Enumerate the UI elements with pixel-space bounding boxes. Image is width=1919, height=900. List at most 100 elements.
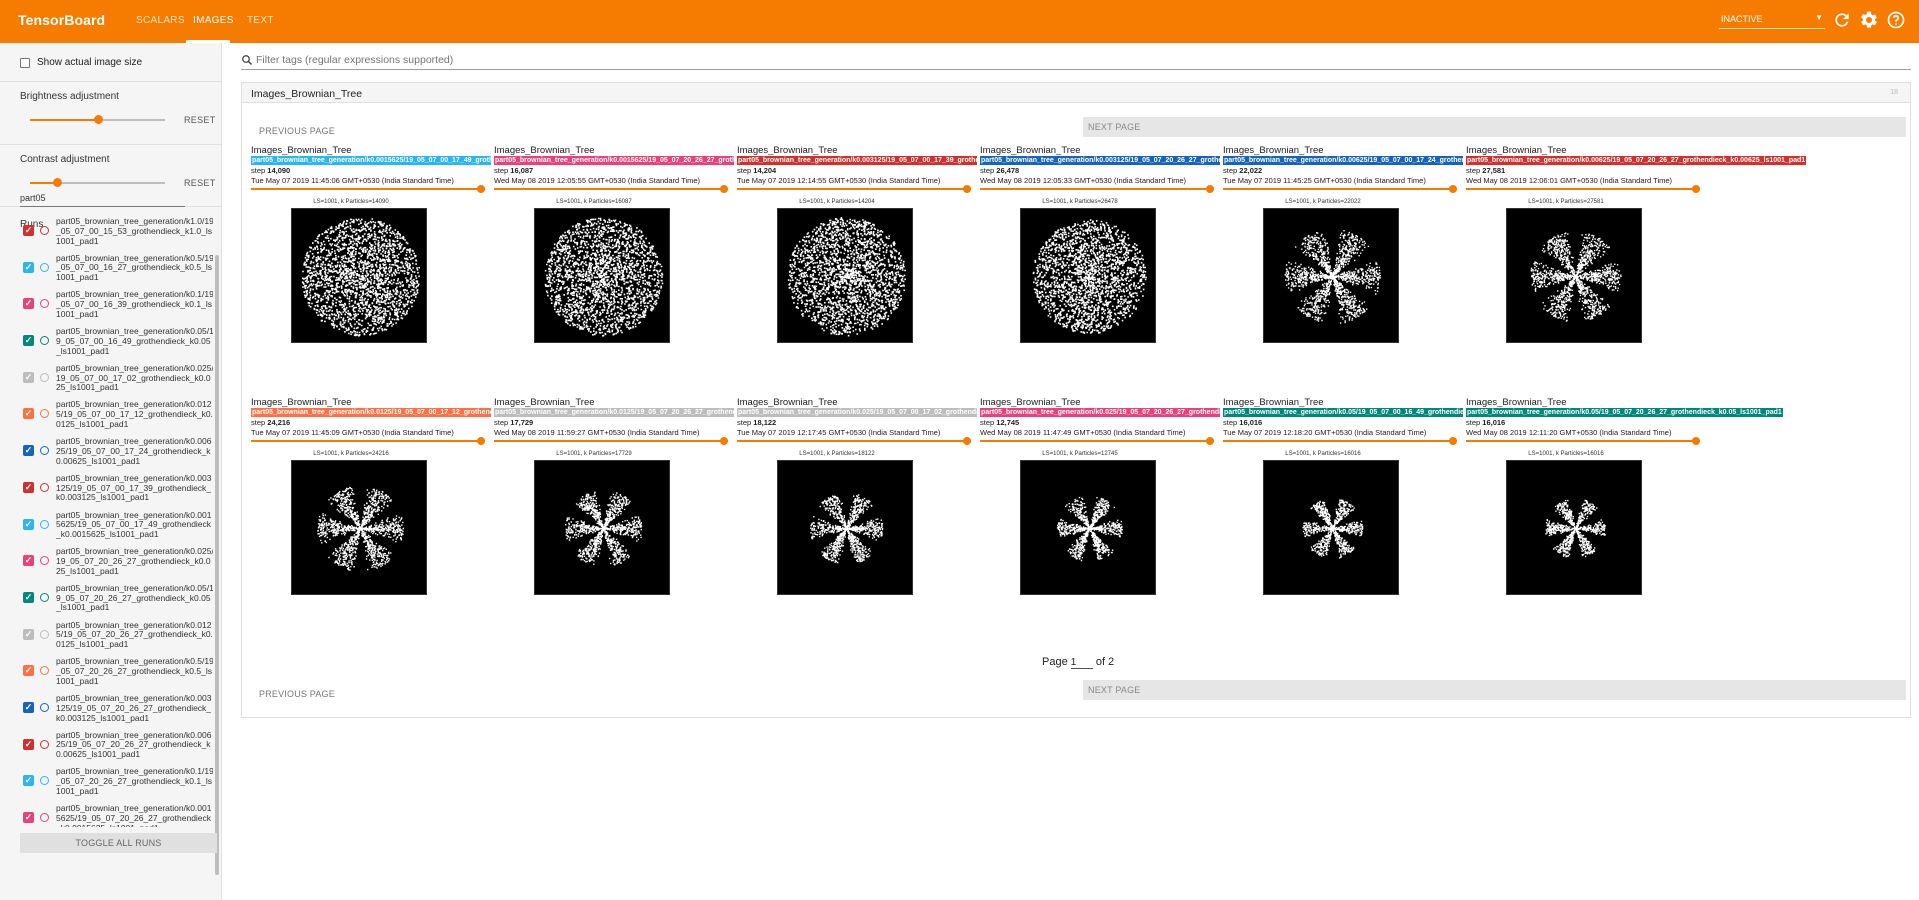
run-color-circle-icon[interactable] <box>40 226 49 235</box>
actual-size-checkbox[interactable] <box>20 58 30 68</box>
run-color-circle-icon[interactable] <box>40 446 49 456</box>
run-item[interactable]: ✓ part05_brownian_tree_generation/k0.0125… <box>18 619 213 656</box>
run-color-circle-icon[interactable] <box>40 556 49 566</box>
step-slider[interactable] <box>737 437 971 445</box>
run-checkbox[interactable]: ✓ <box>23 481 34 493</box>
step-slider[interactable] <box>1466 437 1700 445</box>
run-color-circle-icon[interactable] <box>40 372 49 382</box>
step-slider-knob[interactable] <box>720 185 728 193</box>
step-slider-knob[interactable] <box>1449 437 1457 445</box>
run-checkbox[interactable]: ✓ <box>23 225 34 236</box>
run-color-circle-icon[interactable] <box>40 336 49 346</box>
brightness-slider[interactable] <box>30 115 165 124</box>
run-checkbox[interactable]: ✓ <box>23 518 34 530</box>
run-item[interactable]: ✓ part05_brownian_tree_generation/k0.5/19… <box>18 252 213 289</box>
run-color-circle-icon[interactable] <box>40 776 49 786</box>
run-color-circle-icon[interactable] <box>40 409 49 419</box>
step-slider[interactable] <box>1223 185 1457 193</box>
contrast-reset-button[interactable]: RESET <box>184 178 216 188</box>
run-checkbox[interactable]: ✓ <box>23 335 34 347</box>
run-checkbox[interactable]: ✓ <box>23 445 34 457</box>
step-slider[interactable] <box>494 437 728 445</box>
run-item[interactable]: ✓ part05_brownian_tree_generation/k0.0031… <box>18 472 213 509</box>
run-color-circle-icon[interactable] <box>40 592 49 602</box>
step-slider[interactable] <box>980 185 1214 193</box>
run-item[interactable]: ✓ part05_brownian_tree_generation/k0.0125… <box>18 398 213 435</box>
run-checkbox[interactable]: ✓ <box>23 298 34 310</box>
brightness-reset-button[interactable]: RESET <box>184 115 216 125</box>
previous-page-button-top[interactable]: PREVIOUS PAGE <box>259 126 335 136</box>
step-slider[interactable] <box>737 185 971 193</box>
step-slider[interactable] <box>251 185 485 193</box>
step-slider-knob[interactable] <box>1206 185 1214 193</box>
run-checkbox[interactable]: ✓ <box>23 555 34 567</box>
run-item[interactable]: ✓ part05_brownian_tree_generation/k0.1/19… <box>18 288 213 325</box>
page-number-input[interactable]: 1 <box>1070 657 1093 669</box>
inactive-plugins-dropdown[interactable]: INACTIVE ▼ <box>1719 11 1825 29</box>
next-page-button-top[interactable]: NEXT PAGE <box>1083 117 1906 137</box>
step-slider-knob[interactable] <box>1692 185 1700 193</box>
run-item[interactable]: ✓ part05_brownian_tree_generation/k0.0015… <box>18 509 213 546</box>
brightness-slider-knob[interactable] <box>93 115 103 124</box>
refresh-icon[interactable] <box>1832 10 1852 30</box>
gear-icon[interactable] <box>1859 10 1879 30</box>
step-slider-knob[interactable] <box>477 185 485 193</box>
run-color-circle-icon[interactable] <box>40 813 49 822</box>
run-checkbox[interactable]: ✓ <box>23 371 34 383</box>
step-slider[interactable] <box>1466 185 1700 193</box>
step-slider-knob[interactable] <box>1449 185 1457 193</box>
run-checkbox[interactable]: ✓ <box>23 738 34 750</box>
run-item[interactable]: ✓ part05_brownian_tree_generation/k1.0/19… <box>18 215 213 252</box>
run-item[interactable]: ✓ part05_brownian_tree_generation/k0.05/1… <box>18 582 213 619</box>
tab-text[interactable]: TEXT <box>247 15 274 26</box>
tag-filter-input[interactable]: Filter tags (regular expressions support… <box>256 54 453 66</box>
panel-header[interactable]: Images_Brownian_Tree 18 <box>242 83 1910 103</box>
contrast-slider-knob[interactable] <box>53 178 62 187</box>
run-item[interactable]: ✓ part05_brownian_tree_generation/k0.0062… <box>18 729 213 766</box>
step-slider-knob[interactable] <box>1692 437 1700 445</box>
step-slider[interactable] <box>251 437 485 445</box>
run-checkbox[interactable]: ✓ <box>23 408 34 420</box>
step-slider-knob[interactable] <box>1206 437 1214 445</box>
run-item[interactable]: ✓ part05_brownian_tree_generation/k0.025/… <box>18 362 213 399</box>
toggle-all-runs-button[interactable]: TOGGLE ALL RUNS <box>20 833 217 853</box>
runs-scrollbar[interactable] <box>215 255 219 875</box>
help-icon[interactable] <box>1886 10 1906 30</box>
run-color-circle-icon[interactable] <box>40 739 49 749</box>
run-color-circle-icon[interactable] <box>40 299 49 309</box>
run-item[interactable]: ✓ part05_brownian_tree_generation/k0.5/19… <box>18 655 213 692</box>
run-color-circle-icon[interactable] <box>40 262 49 272</box>
tab-scalars[interactable]: SCALARS <box>136 15 185 26</box>
tag-filter[interactable]: Filter tags (regular expressions support… <box>241 52 1911 70</box>
run-checkbox[interactable]: ✓ <box>23 261 34 273</box>
step-slider-knob[interactable] <box>963 437 971 445</box>
run-color-circle-icon[interactable] <box>40 702 49 712</box>
run-color-circle-icon[interactable] <box>40 629 49 639</box>
run-checkbox[interactable]: ✓ <box>23 665 34 677</box>
contrast-slider[interactable] <box>30 178 165 187</box>
run-item[interactable]: ✓ part05_brownian_tree_generation/k0.0062… <box>18 435 213 472</box>
next-page-button-bottom[interactable]: NEXT PAGE <box>1083 680 1906 700</box>
run-checkbox[interactable]: ✓ <box>23 701 34 713</box>
run-item[interactable]: ✓ part05_brownian_tree_generation/k0.0015… <box>18 802 213 827</box>
run-checkbox[interactable]: ✓ <box>23 628 34 640</box>
step-slider[interactable] <box>1223 437 1457 445</box>
step-slider[interactable] <box>494 185 728 193</box>
run-checkbox[interactable]: ✓ <box>23 591 34 603</box>
run-item[interactable]: ✓ part05_brownian_tree_generation/k0.025/… <box>18 545 213 582</box>
step-slider-knob[interactable] <box>720 437 728 445</box>
step-slider-knob[interactable] <box>477 437 485 445</box>
step-slider-knob[interactable] <box>963 185 971 193</box>
run-item[interactable]: ✓ part05_brownian_tree_generation/k0.1/19… <box>18 765 213 802</box>
run-checkbox[interactable]: ✓ <box>23 812 34 823</box>
previous-page-button-bottom[interactable]: PREVIOUS PAGE <box>259 689 335 699</box>
runs-filter-input[interactable]: part05 <box>20 193 185 207</box>
run-item[interactable]: ✓ part05_brownian_tree_generation/k0.0031… <box>18 692 213 729</box>
step-slider[interactable] <box>980 437 1214 445</box>
run-color-circle-icon[interactable] <box>40 519 49 529</box>
run-item[interactable]: ✓ part05_brownian_tree_generation/k0.05/1… <box>18 325 213 362</box>
run-color-circle-icon[interactable] <box>40 482 49 492</box>
run-color-circle-icon[interactable] <box>40 666 49 676</box>
tab-images[interactable]: IMAGES <box>193 15 234 26</box>
run-checkbox[interactable]: ✓ <box>23 775 34 787</box>
